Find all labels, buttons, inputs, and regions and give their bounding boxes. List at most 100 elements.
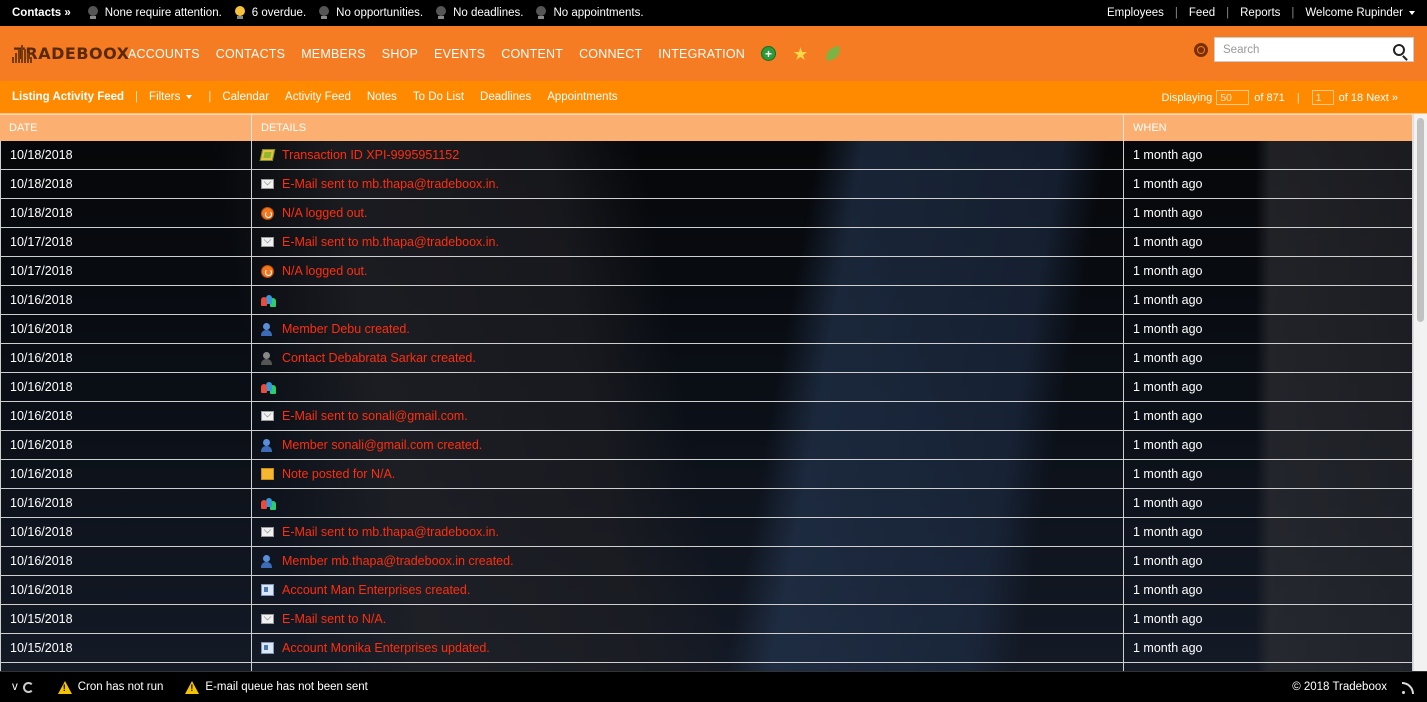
- cell-when: 1 month ago: [1124, 228, 1413, 256]
- cell-date: 10/16/2018: [0, 489, 252, 517]
- scrollbar-thumb[interactable]: [1417, 118, 1424, 322]
- activity-link[interactable]: Member mb.thapa@tradeboox.in created.: [282, 554, 514, 568]
- cell-date: [0, 663, 252, 671]
- activity-link[interactable]: Member sonali@gmail.com created.: [282, 438, 482, 452]
- warning-icon: [57, 680, 72, 694]
- table-row[interactable]: 10/15/2018 Account Monika Enterprises upd…: [0, 634, 1413, 663]
- activity-link[interactable]: E-Mail sent to sonali@gmail.com.: [282, 409, 468, 423]
- subnav-activity-feed[interactable]: Activity Feed: [285, 91, 351, 103]
- status-opportunities[interactable]: No opportunities.: [318, 6, 423, 20]
- nav-connect[interactable]: CONNECT: [579, 47, 642, 61]
- cell-details: Account Monika Enterprises updated.: [252, 634, 1124, 662]
- table-row[interactable]: 10/16/2018 Contact Debabrata Sarkar creat…: [0, 344, 1413, 373]
- status-attention[interactable]: None require attention.: [87, 6, 222, 20]
- table-row[interactable]: 10/16/2018 1 month ago: [0, 286, 1413, 315]
- status-text: No opportunities.: [336, 7, 424, 19]
- cell-when: 1 month ago: [1124, 141, 1413, 169]
- subnav-notes[interactable]: Notes: [367, 91, 397, 103]
- table-row[interactable]: 10/16/2018 E-Mail sent to mb.thapa@tradeb…: [0, 518, 1413, 547]
- subnav-appointments[interactable]: Appointments: [547, 91, 617, 103]
- user-menu[interactable]: Welcome Rupinder: [1294, 7, 1415, 19]
- activity-link[interactable]: E-Mail sent to N/A.: [282, 612, 386, 626]
- table-row[interactable]: 10/16/2018 Note posted for N/A. 1 month ag…: [0, 460, 1413, 489]
- column-header-date[interactable]: DATE: [0, 115, 252, 141]
- mail-icon: [261, 614, 274, 624]
- activity-link[interactable]: Member Debu created.: [282, 322, 410, 336]
- favorites-star-icon[interactable]: ★: [793, 46, 808, 63]
- search-icon[interactable]: [1393, 43, 1405, 56]
- total-count: of 871: [1254, 91, 1285, 104]
- table-row[interactable]: 10/16/2018 1 month ago: [0, 373, 1413, 402]
- reports-link[interactable]: Reports: [1229, 7, 1291, 19]
- email-queue-warning[interactable]: E-mail queue has not been sent: [185, 680, 368, 694]
- cron-warning[interactable]: Cron has not run: [57, 680, 163, 694]
- add-plus-icon[interactable]: +: [761, 46, 776, 61]
- table-row[interactable]: 10/16/2018 1 month ago: [0, 489, 1413, 518]
- nav-integration[interactable]: INTEGRATION: [658, 47, 745, 61]
- table-row[interactable]: 10/18/2018 E-Mail sent to mb.thapa@tradeb…: [0, 170, 1413, 199]
- table-row[interactable]: 10/16/2018 Member sonali@gmail.com create…: [0, 431, 1413, 460]
- table-row[interactable]: 10/18/2018 N/A logged out. 1 month ago: [0, 199, 1413, 228]
- nav-contacts[interactable]: CONTACTS: [216, 47, 285, 61]
- nav-events[interactable]: EVENTS: [434, 47, 485, 61]
- page-number-input[interactable]: [1311, 90, 1334, 105]
- table-row[interactable]: 10/16/2018 Account Man Enterprises create…: [0, 576, 1413, 605]
- activity-link[interactable]: Transaction ID XPI-9995951152: [282, 148, 459, 162]
- cell-date: 10/17/2018: [0, 228, 252, 256]
- search-input[interactable]: [1223, 43, 1393, 56]
- activity-link[interactable]: Account Man Enterprises created.: [282, 583, 470, 597]
- table-row[interactable]: 10/16/2018 Member mb.thapa@tradeboox.in c…: [0, 547, 1413, 576]
- table-row[interactable]: 10/18/2018 Transaction ID XPI-9995951152 1…: [0, 141, 1413, 170]
- nav-members[interactable]: MEMBERS: [301, 47, 366, 61]
- version-label: v: [12, 681, 18, 693]
- table-row[interactable]: 10/16/2018 E-Mail sent to sonali@gmail.co…: [0, 402, 1413, 431]
- breadcrumb-contacts[interactable]: Contacts »: [12, 7, 71, 19]
- activity-link[interactable]: E-Mail sent to mb.thapa@tradeboox.in.: [282, 525, 499, 539]
- next-page-link[interactable]: Next »: [1366, 92, 1398, 104]
- status-appointments[interactable]: No appointments.: [535, 6, 644, 20]
- activity-link[interactable]: E-Mail sent to mb.thapa@tradeboox.in.: [282, 235, 499, 249]
- per-page-input[interactable]: [1216, 90, 1250, 105]
- activity-link[interactable]: E-Mail sent to mb.thapa@tradeboox.in.: [282, 177, 499, 191]
- table-row[interactable]: 10/15/2018 E-Mail sent to N/A. 1 month ago: [0, 605, 1413, 634]
- cell-details: N/A logged out.: [252, 257, 1124, 285]
- table-row[interactable]: [0, 663, 1413, 671]
- subnav-calendar[interactable]: Calendar: [222, 91, 269, 103]
- column-header-details[interactable]: DETAILS: [252, 115, 1124, 141]
- warning-icon: [185, 680, 200, 694]
- leaf-icon[interactable]: [823, 45, 843, 62]
- nav-accounts[interactable]: ACCOUNTS: [128, 47, 200, 61]
- member-icon: [261, 554, 274, 568]
- status-overdue[interactable]: 6 overdue.: [234, 6, 306, 20]
- status-deadlines[interactable]: No deadlines.: [435, 6, 523, 20]
- cell-when: 1 month ago: [1124, 373, 1413, 401]
- subnav-deadlines[interactable]: Deadlines: [480, 91, 531, 103]
- refresh-icon[interactable]: [22, 681, 34, 693]
- activity-link[interactable]: Note posted for N/A.: [282, 467, 395, 481]
- nav-content[interactable]: CONTENT: [501, 47, 563, 61]
- feed-link[interactable]: Feed: [1178, 7, 1226, 19]
- activity-link[interactable]: N/A logged out.: [282, 264, 367, 278]
- activity-link[interactable]: N/A logged out.: [282, 206, 367, 220]
- rss-icon[interactable]: [1402, 681, 1415, 694]
- nav-shop[interactable]: SHOP: [382, 47, 418, 61]
- search-area: [1194, 37, 1414, 62]
- cell-date: 10/16/2018: [0, 431, 252, 459]
- subnav-todo-list[interactable]: To Do List: [413, 91, 464, 103]
- cell-date: 10/16/2018: [0, 518, 252, 546]
- cell-details: E-Mail sent to mb.thapa@tradeboox.in.: [252, 170, 1124, 198]
- table-row[interactable]: 10/17/2018 N/A logged out. 1 month ago: [0, 257, 1413, 286]
- cell-date: 10/18/2018: [0, 141, 252, 169]
- employees-link[interactable]: Employees: [1096, 7, 1175, 19]
- column-header-when[interactable]: WHEN: [1124, 115, 1413, 141]
- activity-link[interactable]: Account Monika Enterprises updated.: [282, 641, 490, 655]
- mail-icon: [261, 527, 274, 537]
- filters-dropdown[interactable]: Filters: [149, 91, 193, 103]
- scrollbar[interactable]: [1413, 114, 1427, 671]
- activity-link[interactable]: Contact Debabrata Sarkar created.: [282, 351, 476, 365]
- target-icon[interactable]: [1194, 42, 1208, 57]
- subnav-active-listing[interactable]: Listing Activity Feed: [12, 91, 124, 103]
- table-row[interactable]: 10/16/2018 Member Debu created. 1 month ag…: [0, 315, 1413, 344]
- table-row[interactable]: 10/17/2018 E-Mail sent to mb.thapa@tradeb…: [0, 228, 1413, 257]
- logo[interactable]: TRADEBOOX: [10, 39, 129, 69]
